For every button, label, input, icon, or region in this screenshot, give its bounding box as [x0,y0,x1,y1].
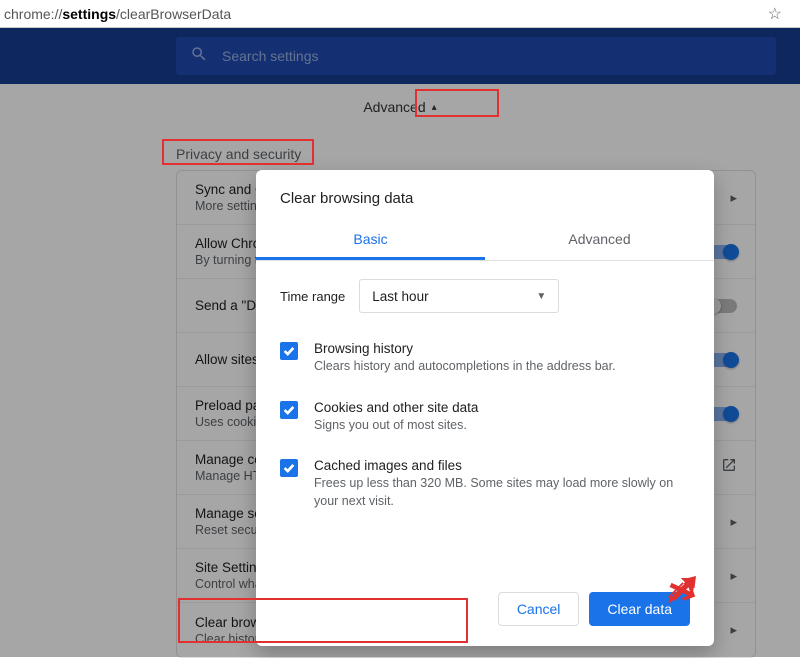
checkbox[interactable] [280,401,298,419]
time-range-select[interactable]: Last hour ▼ [359,279,559,313]
time-range-label: Time range [280,289,345,304]
clear-data-button[interactable]: Clear data [589,592,690,626]
dialog-tabs: Basic Advanced [256,221,714,261]
dialog-title: Clear browsing data [256,170,714,221]
clear-option: Cached images and files Frees up less tha… [280,446,690,522]
checkbox[interactable] [280,342,298,360]
clear-options: Browsing history Clears history and autoc… [256,321,714,522]
url-path: /clearBrowserData [116,6,231,22]
dialog-footer: Cancel Clear data [256,522,714,646]
time-range-value: Last hour [372,289,428,304]
checkbox[interactable] [280,459,298,477]
option-subtitle: Frees up less than 320 MB. Some sites ma… [314,475,674,510]
option-title: Browsing history [314,341,616,356]
tab-basic[interactable]: Basic [256,221,485,260]
url-text: chrome://settings/clearBrowserData [4,6,760,22]
url-scheme: chrome:// [4,6,62,22]
chevron-down-icon: ▼ [536,291,546,302]
option-title: Cookies and other site data [314,400,478,415]
option-title: Cached images and files [314,458,674,473]
tab-advanced[interactable]: Advanced [485,221,714,260]
time-range-row: Time range Last hour ▼ [256,261,714,321]
bookmark-star-icon[interactable]: ☆ [760,4,790,24]
cancel-button[interactable]: Cancel [498,592,580,626]
option-subtitle: Clears history and autocompletions in th… [314,358,616,376]
clear-option: Browsing history Clears history and autoc… [280,329,690,388]
address-bar[interactable]: chrome://settings/clearBrowserData ☆ [0,0,800,28]
clear-option: Cookies and other site data Signs you out… [280,388,690,447]
clear-browsing-data-dialog: Clear browsing data Basic Advanced Time … [256,170,714,646]
url-host: settings [62,6,116,22]
option-subtitle: Signs you out of most sites. [314,417,478,435]
